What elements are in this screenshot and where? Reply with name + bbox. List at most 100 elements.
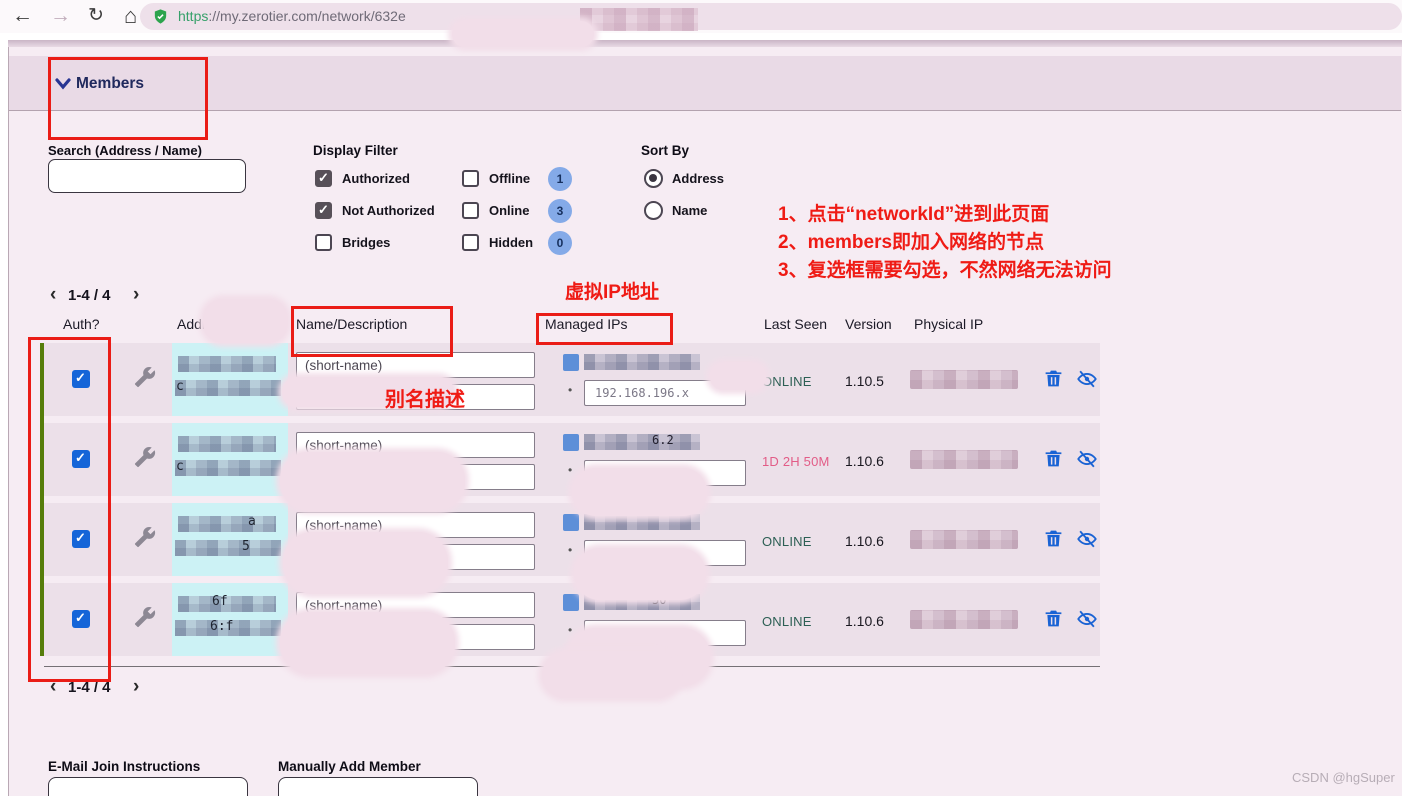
version-value: 1.10.6 [845, 533, 884, 549]
redaction-managed-ip [584, 434, 700, 450]
ip-bullet: • [568, 623, 573, 637]
filter-label-bridges: Bridges [342, 235, 391, 250]
email-join-label: E-Mail Join Instructions [48, 759, 201, 774]
annotation-box-auth-column [28, 337, 111, 682]
redaction-physical-ip [910, 370, 1018, 389]
search-label: Search (Address / Name) [48, 143, 202, 158]
ip-bullet: • [568, 463, 573, 477]
zerotier-network-page: ← → ↻ ⌂ https://my.zerotier.com/network/… [0, 0, 1402, 796]
redaction-url [580, 8, 698, 31]
wrench-settings-icon[interactable] [134, 526, 156, 548]
filter-checkbox-authorized[interactable] [315, 170, 332, 187]
version-value: 1.10.5 [845, 373, 884, 389]
trash-icon[interactable] [1043, 448, 1065, 470]
hide-member-icon[interactable] [1075, 368, 1097, 390]
member-row-1: c • ONLINE 1.10.5 [44, 343, 1100, 416]
managed-ip-delete-button[interactable] [563, 514, 579, 531]
hide-member-icon[interactable] [1075, 608, 1097, 630]
sort-label-address: Address [672, 171, 725, 186]
filter-checkbox-hidden[interactable] [462, 234, 479, 251]
member-address-cell[interactable]: a 5 [172, 503, 288, 576]
version-value: 1.10.6 [845, 613, 884, 629]
trash-icon[interactable] [1043, 528, 1065, 550]
filter-label-online: Online [489, 203, 530, 218]
url-scheme: https [178, 8, 209, 24]
filter-checkbox-not-authorized[interactable] [315, 202, 332, 219]
annotation-box-managed-ips [536, 313, 673, 345]
col-header-auth: Auth? [63, 316, 100, 332]
blur-redaction [280, 452, 465, 510]
online-count-badge: 3 [548, 199, 572, 223]
redaction-physical-ip [910, 530, 1018, 549]
blur-redaction [283, 532, 448, 594]
address-fragment: a [248, 514, 256, 529]
member-address-cell[interactable]: c [172, 423, 288, 496]
managed-ip-delete-button[interactable] [563, 434, 579, 451]
wrench-settings-icon[interactable] [134, 366, 156, 388]
trash-icon[interactable] [1043, 608, 1065, 630]
redaction-address-line2 [175, 380, 281, 396]
wrench-settings-icon[interactable] [134, 606, 156, 628]
annotation-box-members [48, 57, 208, 140]
member-address-cell[interactable]: c [172, 343, 288, 416]
address-fragment: 6:f [210, 619, 234, 634]
offline-count-badge: 1 [548, 167, 572, 191]
next-page-icon[interactable]: › [133, 677, 139, 696]
version-value: 1.10.6 [845, 453, 884, 469]
filter-label-hidden: Hidden [489, 235, 534, 250]
redaction-managed-ip [584, 354, 700, 370]
blur-redaction-address-header [203, 299, 288, 343]
url-path: ://my.zerotier.com/network/632e [208, 8, 406, 24]
hide-member-icon[interactable] [1075, 448, 1097, 470]
redaction-address-line2 [175, 460, 281, 476]
forward-icon[interactable]: → [50, 2, 71, 30]
last-seen-status: ONLINE [762, 534, 812, 549]
wrench-settings-icon[interactable] [134, 446, 156, 468]
manually-add-label: Manually Add Member [278, 759, 421, 774]
managed-ip-delete-button[interactable] [563, 354, 579, 371]
address-bar[interactable]: https://my.zerotier.com/network/632e [140, 3, 1402, 31]
col-header-physical-ip: Physical IP [914, 316, 984, 332]
redaction-physical-ip [910, 450, 1018, 469]
last-seen-status: ONLINE [762, 614, 812, 629]
blur-redaction [280, 612, 455, 674]
ip-bullet: • [568, 543, 573, 557]
hide-member-icon[interactable] [1075, 528, 1097, 550]
trash-icon[interactable] [1043, 368, 1065, 390]
redaction-address-line1 [178, 356, 276, 372]
annotation-note-1: 1、点击“networkId”进到此页面 [778, 204, 1050, 225]
filter-label-authorized: Authorized [342, 171, 410, 186]
annotation-note-3: 3、复选框需要勾选，不然网络无法访问 [778, 260, 1112, 281]
filter-checkbox-bridges[interactable] [315, 234, 332, 251]
url-text: https://my.zerotier.com/network/632e [178, 8, 406, 24]
secure-shield-icon [154, 9, 167, 24]
page-range: 1-4 / 4 [68, 287, 111, 304]
members-section-header[interactable] [9, 56, 1401, 111]
col-header-last-seen: Last Seen [764, 316, 828, 332]
email-join-input[interactable] [48, 777, 248, 796]
blur-redaction-url [452, 21, 594, 47]
ip-bullet: • [568, 383, 573, 397]
blur-redaction [574, 548, 706, 600]
blur-redaction [542, 652, 680, 698]
back-icon[interactable]: ← [12, 2, 33, 30]
filter-checkbox-offline[interactable] [462, 170, 479, 187]
prev-page-icon[interactable]: ‹ [50, 285, 56, 304]
managed-ip-fragment: 6.2 [652, 433, 674, 447]
browser-toolbar: ← → ↻ ⌂ https://my.zerotier.com/network/… [0, 0, 1402, 33]
member-address-cell[interactable]: 6f 6:f [172, 583, 288, 656]
annotation-box-name-description [291, 306, 453, 357]
sort-radio-address[interactable] [644, 169, 663, 188]
filter-checkbox-online[interactable] [462, 202, 479, 219]
last-seen-status: 1D 2H 50M [762, 454, 830, 469]
redaction-address-line1 [178, 516, 276, 532]
reload-icon[interactable]: ↻ [88, 2, 104, 30]
home-icon[interactable]: ⌂ [124, 2, 137, 30]
next-page-icon[interactable]: › [133, 285, 139, 304]
col-header-version: Version [845, 316, 892, 332]
manually-add-input[interactable] [278, 777, 478, 796]
hidden-count-badge: 0 [548, 231, 572, 255]
sort-radio-name[interactable] [644, 201, 663, 220]
managed-ip-delete-button[interactable] [563, 594, 579, 611]
search-input[interactable] [48, 159, 246, 193]
